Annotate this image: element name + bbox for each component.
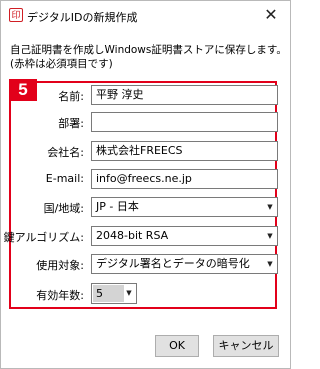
- validity-label: 有効年数:: [36, 289, 84, 302]
- close-button[interactable]: ✕: [258, 4, 284, 26]
- description: 自己証明書を作成しWindows証明書ストアに保存します。 (赤枠は必須項目です…: [10, 43, 287, 71]
- company-field-value: 株式会社FREECS: [96, 144, 183, 157]
- usage-select[interactable]: デジタル署名とデータの暗号化 ▼: [91, 254, 278, 274]
- name-field-value: 平野 淳史: [96, 88, 144, 101]
- company-label: 会社名:: [47, 146, 84, 159]
- email-label: E-mail:: [45, 172, 84, 185]
- name-label: 名前:: [58, 90, 84, 103]
- chevron-down-icon: ▼: [267, 203, 273, 211]
- app-logo-icon: 印: [9, 8, 23, 22]
- algorithm-select-value: 2048-bit RSA: [96, 229, 169, 242]
- window-title: デジタルIDの新規作成: [27, 11, 138, 24]
- new-digital-id-dialog: 印 デジタルIDの新規作成 ✕ 自己証明書を作成しWindows証明書ストアに保…: [0, 0, 291, 369]
- usage-label: 使用対象:: [36, 259, 84, 272]
- department-field[interactable]: [91, 112, 278, 132]
- department-label: 部署:: [58, 117, 84, 130]
- country-select-value: JP - 日本: [96, 200, 139, 213]
- cancel-button[interactable]: キャンセル: [213, 335, 279, 357]
- chevron-down-icon: ▼: [126, 289, 132, 297]
- description-line-2: (赤枠は必須項目です): [10, 58, 113, 70]
- company-field[interactable]: 株式会社FREECS: [91, 141, 278, 161]
- country-label: 国/地域:: [43, 202, 84, 215]
- validity-select-value: 5: [93, 285, 124, 302]
- chevron-down-icon: ▼: [267, 260, 273, 268]
- email-field[interactable]: info@freecs.ne.jp: [91, 169, 278, 189]
- description-line-1: 自己証明書を作成しWindows証明書ストアに保存します。: [10, 44, 287, 56]
- name-field[interactable]: 平野 淳史: [91, 85, 278, 105]
- validity-select[interactable]: 5 ▼: [91, 283, 137, 304]
- ok-button[interactable]: OK: [155, 335, 199, 357]
- algorithm-select[interactable]: 2048-bit RSA ▼: [91, 226, 278, 246]
- step-badge: 5: [9, 79, 37, 101]
- email-field-value: info@freecs.ne.jp: [96, 172, 192, 185]
- chevron-down-icon: ▼: [267, 232, 273, 240]
- title-bar: 印 デジタルIDの新規作成 ✕: [1, 1, 290, 31]
- algorithm-label: 鍵アルゴリズム:: [3, 231, 84, 244]
- country-select[interactable]: JP - 日本 ▼: [91, 197, 278, 217]
- usage-select-value: デジタル署名とデータの暗号化: [96, 257, 250, 270]
